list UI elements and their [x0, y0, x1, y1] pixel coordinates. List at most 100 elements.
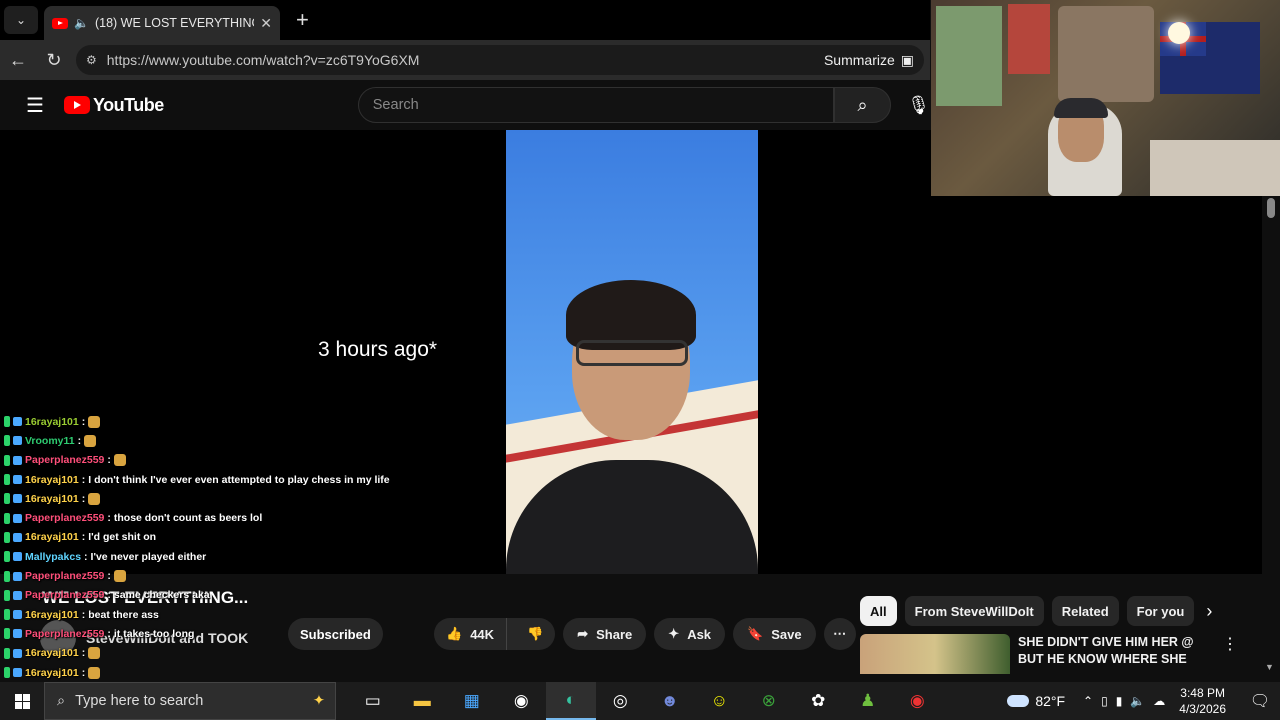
clock[interactable]: 3:48 PM 4/3/2026 [1179, 685, 1226, 717]
chat-username[interactable]: 16rayaj101 [25, 609, 79, 621]
search-button[interactable]: ⌕ [833, 87, 892, 123]
chat-username[interactable]: 16rayaj101 [25, 474, 79, 486]
notification-icon[interactable]: 🗨 [1240, 691, 1280, 711]
youtube-logo[interactable]: YouTube [63, 95, 164, 116]
save-button[interactable]: 🔖 Save [733, 618, 816, 650]
steam-icon[interactable]: ◉ [497, 682, 547, 720]
scrollbar-thumb[interactable] [1267, 198, 1275, 218]
subscriber-badge-icon [4, 454, 10, 466]
chat-text: same checkers aka [113, 589, 210, 602]
share-button[interactable]: ➦ Share [563, 618, 647, 650]
chat-username[interactable]: Paperplanez559 [25, 512, 104, 524]
subscriber-badge-icon [4, 493, 10, 505]
file-explorer-icon[interactable]: ▬ [398, 682, 448, 720]
taskbar-search-input[interactable]: ⌕ Type here to search ✦ [44, 682, 336, 720]
snapchat-icon[interactable]: ☺ [695, 682, 745, 720]
video-frame [506, 130, 758, 574]
chat-username[interactable]: 16rayaj101 [25, 531, 79, 543]
weather-widget[interactable]: 82°F [1007, 693, 1065, 709]
recommended-thumbnail[interactable] [860, 634, 1010, 674]
chat-username[interactable]: 16rayaj101 [25, 647, 79, 659]
subscriber-badge-icon [4, 667, 10, 678]
emote-icon [88, 647, 101, 660]
chat-badge-icon [13, 668, 22, 677]
browser-tab[interactable]: 🔈 (18) WE LOST EVERYTHING... ✕ [44, 6, 280, 40]
summarize-icon: ▣ [900, 51, 914, 68]
battery-icon[interactable]: ▮ [1116, 694, 1123, 708]
site-info-icon[interactable]: ⚙ [86, 53, 97, 67]
summarize-button[interactable]: Summarize ▣ [824, 52, 914, 69]
discord-icon[interactable]: ☻ [645, 682, 695, 720]
recommended-video[interactable]: SHE DIDN'T GIVE HIM HER @ BUT HE KNOW WH… [860, 634, 1260, 674]
chip-from-channel[interactable]: From SteveWillDoIt [904, 596, 1044, 626]
microsoft-store-icon[interactable]: ▦ [447, 682, 497, 720]
like-button[interactable]: 👍 44K [434, 618, 508, 650]
video-actions: 👍 44K 👎 ➦ Share ✦ Ask 🔖 Save ⋯ [434, 618, 856, 650]
chevron-right-icon[interactable]: › [1206, 601, 1212, 622]
chat-username[interactable]: Mallypakcs [25, 551, 81, 563]
xbox-icon[interactable]: ⊗ [744, 682, 794, 720]
chat-username[interactable]: 16rayaj101 [25, 493, 79, 505]
device-icon[interactable]: ▯ [1101, 694, 1108, 708]
microphone-icon[interactable]: 🎙 [907, 95, 930, 116]
close-tab-icon[interactable]: ✕ [260, 15, 272, 32]
address-bar[interactable]: ⚙ https://www.youtube.com/watch?v=zc6T9Y… [76, 45, 924, 75]
chat-message: Paperplanez559: [4, 451, 424, 470]
subscriber-badge-icon [4, 551, 10, 563]
subscriber-badge-icon [4, 416, 10, 428]
obs-icon[interactable]: ◎ [596, 682, 646, 720]
new-tab-icon[interactable]: + [296, 7, 309, 33]
chat-separator: : [81, 608, 86, 621]
subscriber-badge-icon [4, 512, 10, 524]
chat-separator: : [81, 531, 86, 544]
tab-list-button[interactable]: ⌄ [4, 6, 38, 34]
chip-related[interactable]: Related [1051, 596, 1119, 626]
menu-icon[interactable]: ☰ [26, 93, 44, 118]
chat-message: Vroomy11: [4, 431, 424, 450]
video-overlay-text: 3 hours ago* [318, 338, 438, 361]
task-view-icon[interactable]: ▭ [348, 682, 398, 720]
subscriber-badge-icon [4, 589, 10, 601]
taskbar-apps: ▭ ▬ ▦ ◉ ◐ ◎ ☻ ☺ ⊗ ✿ ♟ ◉ [348, 682, 942, 720]
chat-separator: : [81, 647, 86, 660]
chat-username[interactable]: Paperplanez559 [25, 589, 104, 601]
chat-separator: : [77, 434, 82, 447]
wall-poster [936, 6, 1002, 106]
recording-app-icon[interactable]: ◉ [893, 682, 943, 720]
dislike-button[interactable]: 👎 [515, 626, 555, 642]
page-scrollbar[interactable]: ▼ [1262, 196, 1280, 674]
chat-text: beat there ass [88, 608, 159, 621]
stream-chat-overlay: 16rayaj101: Vroomy11: Paperplanez559:16ray… [4, 412, 424, 720]
ask-button[interactable]: ✦ Ask [654, 618, 726, 650]
chat-message: 16rayaj101: [4, 412, 424, 431]
start-button[interactable] [0, 693, 44, 709]
network-icon[interactable]: ☁ [1153, 694, 1165, 708]
game-icon[interactable]: ✿ [794, 682, 844, 720]
chat-separator: : [107, 570, 111, 583]
search-input[interactable]: Search [357, 87, 834, 123]
chat-username[interactable]: Paperplanez559 [25, 454, 104, 466]
speaker-icon[interactable]: 🔈 [74, 16, 89, 30]
chat-username[interactable]: Paperplanez559 [25, 628, 104, 640]
chevron-up-icon[interactable]: ⌃ [1083, 694, 1093, 708]
chip-for-you[interactable]: For you [1126, 596, 1195, 626]
recommended-title[interactable]: SHE DIDN'T GIVE HIM HER @ BUT HE KNOW WH… [1018, 634, 1194, 674]
chat-text: I've never played either [90, 550, 207, 563]
chess-icon[interactable]: ♟ [843, 682, 893, 720]
back-arrow-icon[interactable]: ← [0, 50, 36, 71]
chat-username[interactable]: Vroomy11 [25, 435, 75, 447]
chat-username[interactable]: 16rayaj101 [25, 667, 79, 679]
reload-icon[interactable]: ↻ [36, 50, 72, 71]
chat-badge-icon [13, 532, 22, 542]
scroll-down-arrow-icon[interactable]: ▼ [1265, 662, 1274, 672]
chat-separator: : [81, 473, 86, 486]
more-actions-button[interactable]: ⋯ [823, 618, 856, 650]
chat-username[interactable]: Paperplanez559 [25, 570, 104, 582]
chip-all[interactable]: All [860, 596, 897, 626]
volume-icon[interactable]: 🔈 [1130, 694, 1145, 708]
chat-message: Mallypakcs: I've never played either [4, 547, 424, 566]
more-vert-icon[interactable]: ⋮ [1222, 634, 1238, 674]
chat-text: it takes too long [113, 627, 195, 640]
edge-browser-icon[interactable]: ◐ [546, 682, 596, 720]
chat-username[interactable]: 16rayaj101 [25, 416, 79, 428]
